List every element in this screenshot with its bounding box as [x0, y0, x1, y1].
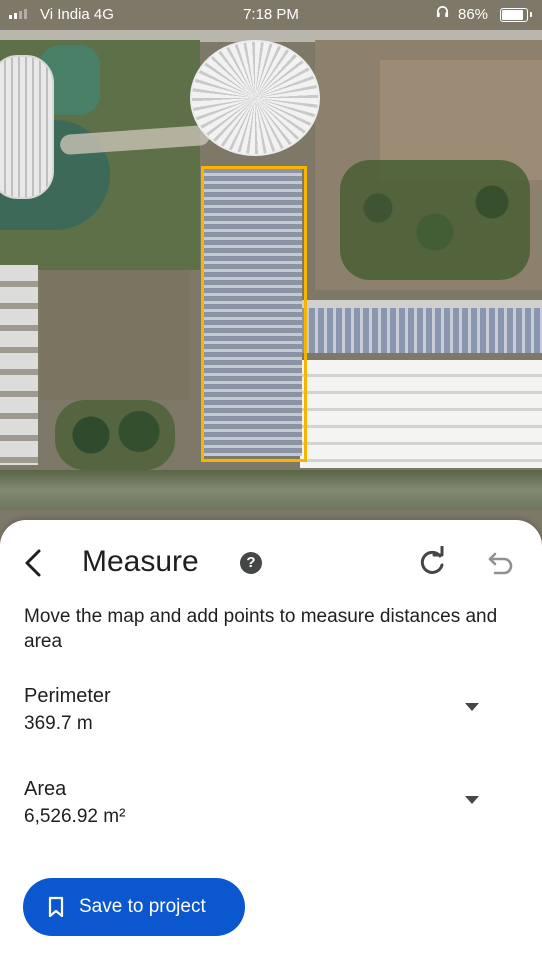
map-solar-roof-building: [300, 300, 542, 353]
map-dome-structure: [0, 55, 54, 199]
area-label: Area: [24, 778, 67, 800]
perimeter-row[interactable]: Perimeter 369.7 m: [0, 685, 542, 755]
area-value: 6,526.92 m²: [24, 806, 126, 827]
undo-icon[interactable]: [486, 548, 516, 578]
headphones-icon: [436, 5, 449, 22]
measure-polygon-outline[interactable]: [201, 166, 307, 462]
satellite-map[interactable]: [0, 0, 542, 545]
area-row[interactable]: Area 6,526.92 m²: [0, 778, 542, 848]
map-trees: [340, 160, 530, 280]
redo-icon[interactable]: [416, 545, 448, 578]
map-trees: [55, 400, 175, 470]
help-icon[interactable]: ?: [240, 552, 262, 574]
battery-percent: 86%: [458, 6, 489, 23]
caret-down-icon[interactable]: [465, 796, 479, 804]
chevron-left-icon: [25, 549, 41, 577]
caret-down-icon[interactable]: [465, 703, 479, 711]
map-sheds: [0, 265, 38, 465]
battery-icon: [500, 8, 532, 22]
map-shed-building: [300, 360, 542, 468]
page-title: Measure: [82, 545, 199, 578]
status-bar: Vi India 4G 7:18 PM 86%: [0, 0, 542, 30]
back-button[interactable]: [16, 543, 50, 583]
measure-instructions: Move the map and add points to measure d…: [24, 606, 498, 652]
map-round-building: [190, 40, 320, 156]
map-road: [0, 470, 542, 510]
save-to-project-button[interactable]: Save to project: [23, 878, 245, 936]
perimeter-label: Perimeter: [24, 685, 111, 707]
perimeter-value: 369.7 m: [24, 713, 93, 734]
map-field: [40, 270, 190, 400]
bookmark-icon: [48, 896, 64, 918]
measure-sheet: Measure ? Move the map and add points to…: [0, 520, 542, 965]
save-button-label: Save to project: [79, 896, 206, 917]
